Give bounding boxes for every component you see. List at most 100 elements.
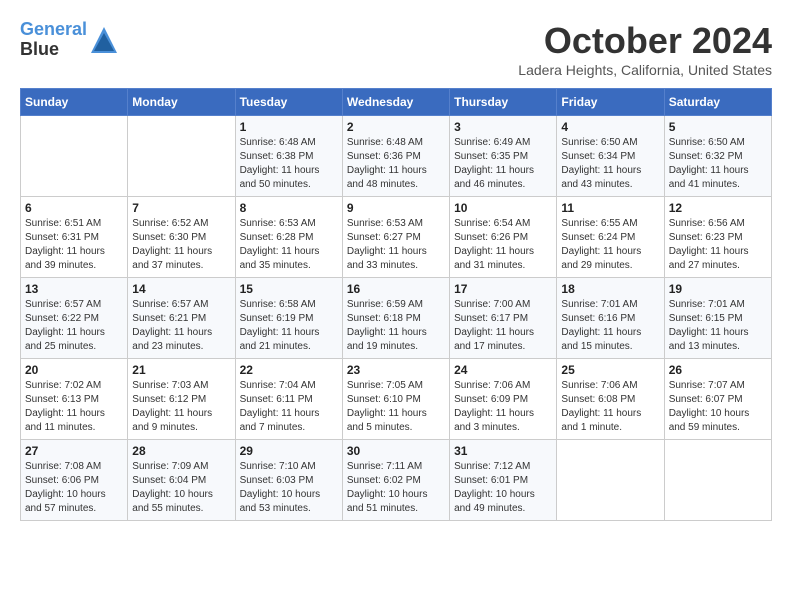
day-info: Sunrise: 6:55 AM Sunset: 6:24 PM Dayligh… [561,217,659,273]
calendar-cell: 10 Sunrise: 6:54 AM Sunset: 6:26 PM Dayli… [450,197,557,278]
calendar-cell: 14 Sunrise: 6:57 AM Sunset: 6:21 PM Dayli… [128,278,235,359]
calendar-cell: 13 Sunrise: 6:57 AM Sunset: 6:22 PM Dayli… [21,278,128,359]
calendar-cell: 28Sunrise: 7:09 AM Sunset: 6:04 PM Dayli… [128,440,235,521]
day-number: 31 [454,444,552,458]
day-number: 1 [240,120,338,134]
day-number: 10 [454,201,552,215]
day-info: Sunrise: 7:11 AM Sunset: 6:02 PM Dayligh… [347,460,445,516]
day-number: 23 [347,363,445,377]
calendar-cell [557,440,664,521]
weekday-header-monday: Monday [128,89,235,116]
day-number: 30 [347,444,445,458]
day-number: 6 [25,201,123,215]
day-number: 21 [132,363,230,377]
calendar-cell: 9Sunrise: 6:53 AM Sunset: 6:27 PM Daylig… [342,197,449,278]
logo-text: GeneralBlue [20,20,87,60]
day-number: 12 [669,201,767,215]
logo-icon [89,25,119,55]
day-number: 24 [454,363,552,377]
calendar-cell: 30 Sunrise: 7:11 AM Sunset: 6:02 PM Dayli… [342,440,449,521]
day-info: Sunrise: 6:56 AM Sunset: 6:23 PM Dayligh… [669,217,767,273]
day-number: 27 [25,444,123,458]
calendar-cell: 29 Sunrise: 7:10 AM Sunset: 6:03 PM Dayli… [235,440,342,521]
day-number: 29 [240,444,338,458]
day-info: Sunrise: 6:50 AM Sunset: 6:34 PM Dayligh… [561,136,659,192]
weekday-header-friday: Friday [557,89,664,116]
calendar-cell: 26 Sunrise: 7:07 AM Sunset: 6:07 PM Dayli… [664,359,771,440]
calendar-cell: 3 Sunrise: 6:49 AM Sunset: 6:35 PM Daylig… [450,116,557,197]
day-number: 13 [25,282,123,296]
day-info: Sunrise: 7:07 AM Sunset: 6:07 PM Dayligh… [669,379,767,435]
day-number: 3 [454,120,552,134]
calendar-cell: 22Sunrise: 7:04 AM Sunset: 6:11 PM Dayli… [235,359,342,440]
calendar-cell: 5Sunrise: 6:50 AM Sunset: 6:32 PM Daylig… [664,116,771,197]
day-info: Sunrise: 7:08 AM Sunset: 6:06 PM Dayligh… [25,460,123,516]
calendar-cell [21,116,128,197]
calendar-cell: 6 Sunrise: 6:51 AM Sunset: 6:31 PM Daylig… [21,197,128,278]
location: Ladera Heights, California, United State… [518,62,772,78]
title-block: October 2024 Ladera Heights, California,… [518,20,772,78]
calendar-cell: 21 Sunrise: 7:03 AM Sunset: 6:12 PM Dayli… [128,359,235,440]
weekday-header-sunday: Sunday [21,89,128,116]
page-header: GeneralBlue October 2024 Ladera Heights,… [20,20,772,78]
calendar-week-2: 13 Sunrise: 6:57 AM Sunset: 6:22 PM Dayli… [21,278,772,359]
day-number: 16 [347,282,445,296]
day-info: Sunrise: 6:48 AM Sunset: 6:36 PM Dayligh… [347,136,445,192]
day-number: 7 [132,201,230,215]
calendar-cell: 15 Sunrise: 6:58 AM Sunset: 6:19 PM Dayli… [235,278,342,359]
calendar-table: SundayMondayTuesdayWednesdayThursdayFrid… [20,88,772,521]
day-info: Sunrise: 6:57 AM Sunset: 6:22 PM Dayligh… [25,298,123,354]
day-info: Sunrise: 7:01 AM Sunset: 6:15 PM Dayligh… [669,298,767,354]
day-info: Sunrise: 6:59 AM Sunset: 6:18 PM Dayligh… [347,298,445,354]
day-number: 11 [561,201,659,215]
calendar-week-1: 6 Sunrise: 6:51 AM Sunset: 6:31 PM Daylig… [21,197,772,278]
day-number: 14 [132,282,230,296]
month-title: October 2024 [518,20,772,62]
calendar-cell: 16 Sunrise: 6:59 AM Sunset: 6:18 PM Dayli… [342,278,449,359]
calendar-cell: 12 Sunrise: 6:56 AM Sunset: 6:23 PM Dayli… [664,197,771,278]
day-info: Sunrise: 7:05 AM Sunset: 6:10 PM Dayligh… [347,379,445,435]
day-info: Sunrise: 6:53 AM Sunset: 6:28 PM Dayligh… [240,217,338,273]
day-info: Sunrise: 6:49 AM Sunset: 6:35 PM Dayligh… [454,136,552,192]
day-number: 20 [25,363,123,377]
day-number: 15 [240,282,338,296]
calendar-body: 1 Sunrise: 6:48 AM Sunset: 6:38 PM Daylig… [21,116,772,521]
day-info: Sunrise: 7:10 AM Sunset: 6:03 PM Dayligh… [240,460,338,516]
weekday-header-saturday: Saturday [664,89,771,116]
calendar-cell: 11 Sunrise: 6:55 AM Sunset: 6:24 PM Dayli… [557,197,664,278]
day-info: Sunrise: 7:06 AM Sunset: 6:08 PM Dayligh… [561,379,659,435]
day-number: 17 [454,282,552,296]
weekday-row: SundayMondayTuesdayWednesdayThursdayFrid… [21,89,772,116]
calendar-header: SundayMondayTuesdayWednesdayThursdayFrid… [21,89,772,116]
day-number: 28 [132,444,230,458]
calendar-week-3: 20 Sunrise: 7:02 AM Sunset: 6:13 PM Dayli… [21,359,772,440]
day-info: Sunrise: 6:48 AM Sunset: 6:38 PM Dayligh… [240,136,338,192]
day-info: Sunrise: 7:12 AM Sunset: 6:01 PM Dayligh… [454,460,552,516]
day-number: 2 [347,120,445,134]
calendar-cell: 18Sunrise: 7:01 AM Sunset: 6:16 PM Dayli… [557,278,664,359]
day-info: Sunrise: 6:53 AM Sunset: 6:27 PM Dayligh… [347,217,445,273]
calendar-cell: 2 Sunrise: 6:48 AM Sunset: 6:36 PM Daylig… [342,116,449,197]
calendar-cell: 8 Sunrise: 6:53 AM Sunset: 6:28 PM Daylig… [235,197,342,278]
calendar-cell: 7 Sunrise: 6:52 AM Sunset: 6:30 PM Daylig… [128,197,235,278]
weekday-header-thursday: Thursday [450,89,557,116]
day-number: 8 [240,201,338,215]
day-info: Sunrise: 6:58 AM Sunset: 6:19 PM Dayligh… [240,298,338,354]
weekday-header-tuesday: Tuesday [235,89,342,116]
day-info: Sunrise: 7:03 AM Sunset: 6:12 PM Dayligh… [132,379,230,435]
logo: GeneralBlue [20,20,119,60]
calendar-cell: 17 Sunrise: 7:00 AM Sunset: 6:17 PM Dayli… [450,278,557,359]
calendar-cell: 19Sunrise: 7:01 AM Sunset: 6:15 PM Dayli… [664,278,771,359]
day-number: 25 [561,363,659,377]
day-info: Sunrise: 6:54 AM Sunset: 6:26 PM Dayligh… [454,217,552,273]
day-number: 26 [669,363,767,377]
day-info: Sunrise: 7:06 AM Sunset: 6:09 PM Dayligh… [454,379,552,435]
day-info: Sunrise: 6:52 AM Sunset: 6:30 PM Dayligh… [132,217,230,273]
calendar-cell: 4Sunrise: 6:50 AM Sunset: 6:34 PM Daylig… [557,116,664,197]
calendar-cell: 1 Sunrise: 6:48 AM Sunset: 6:38 PM Daylig… [235,116,342,197]
day-info: Sunrise: 6:51 AM Sunset: 6:31 PM Dayligh… [25,217,123,273]
day-info: Sunrise: 7:02 AM Sunset: 6:13 PM Dayligh… [25,379,123,435]
day-info: Sunrise: 7:00 AM Sunset: 6:17 PM Dayligh… [454,298,552,354]
day-info: Sunrise: 6:57 AM Sunset: 6:21 PM Dayligh… [132,298,230,354]
calendar-cell [128,116,235,197]
